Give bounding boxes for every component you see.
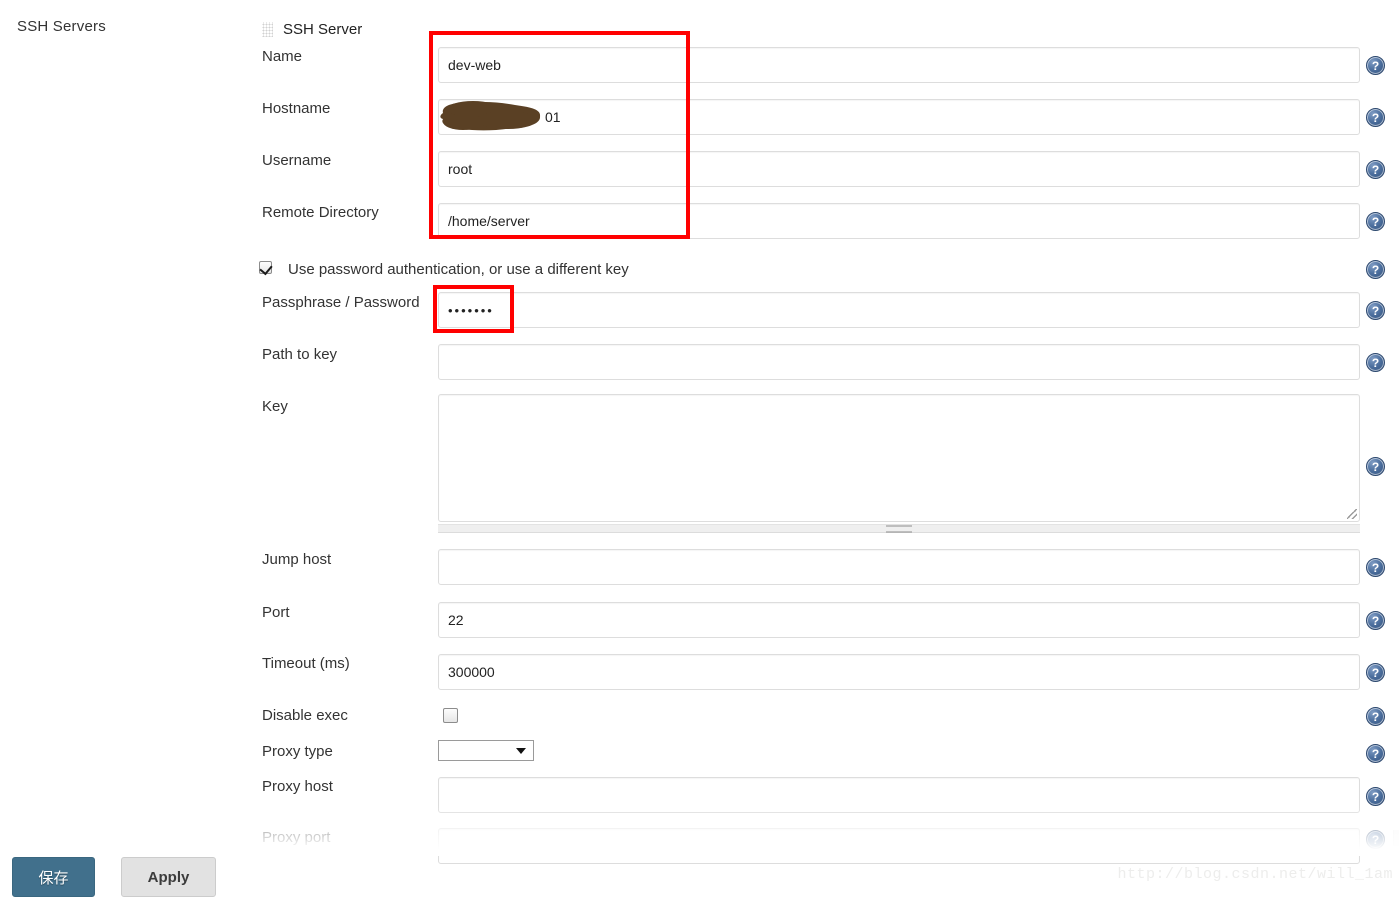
scroll-edge-marker <box>1393 830 1399 846</box>
key-textarea-wrap <box>438 394 1360 522</box>
key-panel-splitter[interactable] <box>438 524 1360 533</box>
label-proxy-type: Proxy type <box>262 743 333 760</box>
help-icon-username[interactable]: ? <box>1366 160 1385 179</box>
help-icon-jump-host[interactable]: ? <box>1366 558 1385 577</box>
save-button[interactable]: 保存 <box>12 857 95 897</box>
label-proxy-port: Proxy port <box>262 829 331 846</box>
apply-button[interactable]: Apply <box>121 857 216 897</box>
left-nav-column: SSH Servers <box>0 0 240 899</box>
port-input[interactable]: 22 <box>438 602 1360 638</box>
label-path-to-key: Path to key <box>262 346 338 363</box>
proxy-type-select[interactable] <box>438 740 534 761</box>
sidebar-item-ssh-servers[interactable]: SSH Servers <box>17 18 106 35</box>
label-name: Name <box>262 48 303 65</box>
label-remote-directory: Remote Directory <box>262 204 379 221</box>
ssh-server-form-panel: SSH Server Name dev-web Hostname 01 User… <box>240 0 1399 864</box>
label-passphrase-password: Passphrase / Password <box>262 294 420 311</box>
passphrase-password-input[interactable]: ••••••• <box>438 292 1360 328</box>
label-username: Username <box>262 152 332 169</box>
remote-directory-input[interactable]: /home/server <box>438 203 1360 239</box>
label-disable-exec: Disable exec <box>262 707 348 724</box>
key-textarea[interactable] <box>438 394 1360 522</box>
path-to-key-input[interactable] <box>438 344 1360 380</box>
drag-handle-icon[interactable] <box>262 22 273 37</box>
proxy-host-input[interactable] <box>438 777 1360 813</box>
name-input[interactable]: dev-web <box>438 47 1360 83</box>
help-icon-path-to-key[interactable]: ? <box>1366 353 1385 372</box>
label-jump-host: Jump host <box>262 551 332 568</box>
help-icon-remote-directory[interactable]: ? <box>1366 212 1385 231</box>
panel-title: SSH Server <box>283 21 363 38</box>
help-icon-disable-exec[interactable]: ? <box>1366 707 1385 726</box>
label-hostname: Hostname <box>262 100 331 117</box>
hostname-input[interactable]: 01 <box>438 99 1360 135</box>
help-icon-hostname[interactable]: ? <box>1366 108 1385 127</box>
help-icon-passphrase[interactable]: ? <box>1366 301 1385 320</box>
label-proxy-host: Proxy host <box>262 778 333 795</box>
help-icon-timeout[interactable]: ? <box>1366 663 1385 682</box>
username-input[interactable]: root <box>438 151 1360 187</box>
use-password-auth-label: Use password authentication, or use a di… <box>288 261 629 278</box>
use-password-auth-checkbox[interactable] <box>259 261 272 274</box>
proxy-port-input[interactable] <box>438 828 1360 864</box>
app-root: SSH Servers SSH Server Name dev-web Host… <box>0 0 1399 899</box>
help-icon-key[interactable]: ? <box>1366 457 1385 476</box>
label-timeout: Timeout (ms) <box>262 655 350 672</box>
help-icon-port[interactable]: ? <box>1366 611 1385 630</box>
label-port: Port <box>262 604 290 621</box>
timeout-input[interactable]: 300000 <box>438 654 1360 690</box>
panel-header: SSH Server <box>262 21 362 38</box>
help-icon-proxy-type[interactable]: ? <box>1366 744 1385 763</box>
help-icon-proxy-port[interactable]: ? <box>1366 830 1385 849</box>
hostname-redaction-blob <box>440 101 541 131</box>
jump-host-input[interactable] <box>438 549 1360 585</box>
help-icon-proxy-host[interactable]: ? <box>1366 787 1385 806</box>
label-key: Key <box>262 398 288 415</box>
help-icon-use-password-auth[interactable]: ? <box>1366 260 1385 279</box>
help-icon-name[interactable]: ? <box>1366 56 1385 75</box>
watermark-text: http://blog.csdn.net/will_1am <box>1117 866 1393 883</box>
disable-exec-checkbox[interactable] <box>443 708 458 723</box>
chevron-down-icon <box>516 747 526 754</box>
